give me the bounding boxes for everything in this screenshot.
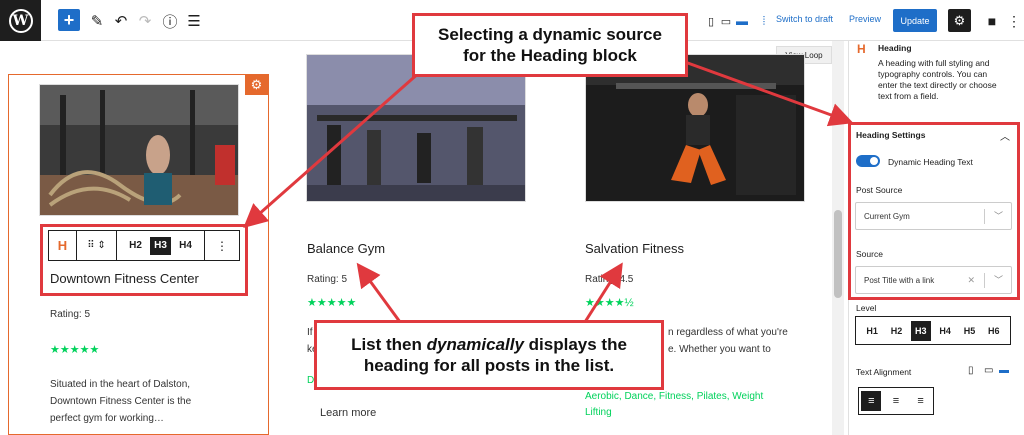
callout-emphasis: dynamically	[426, 335, 524, 354]
callout-bottom-line1: List then dynamically displays the	[351, 334, 627, 355]
callout-bottom: List then dynamically displays the headi…	[314, 320, 664, 390]
callout-text: List then	[351, 335, 427, 354]
callout-top-text: Selecting a dynamic source for the Headi…	[438, 25, 662, 65]
callout-text: displays the	[523, 335, 627, 354]
callout-top: Selecting a dynamic source for the Headi…	[412, 13, 688, 77]
callout-bottom-line2: heading for all posts in the list.	[363, 356, 615, 375]
